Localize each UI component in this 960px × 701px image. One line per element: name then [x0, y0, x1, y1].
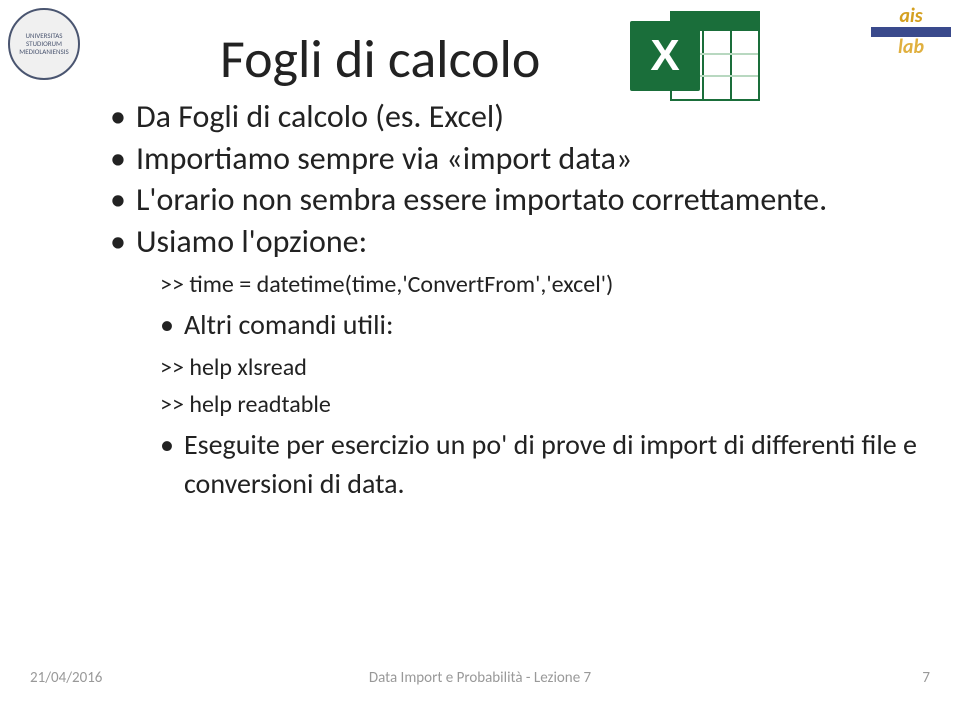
bullet-item: • Importiamo sempre via «import data»	[110, 138, 920, 180]
excel-icon: X	[630, 6, 760, 106]
code-line: >> help readtable	[160, 390, 920, 419]
excel-x-badge: X	[630, 21, 700, 91]
bullet-dot-icon: •	[110, 221, 126, 263]
aislab-logo: ais lab	[872, 8, 950, 64]
bullet-item: • L'orario non sembra essere importato c…	[110, 179, 920, 221]
footer-date: 21/04/2016	[30, 669, 102, 687]
bullet-item: • Da Fogli di calcolo (es. Excel)	[110, 96, 920, 138]
bullet-text: Altri comandi utili:	[184, 305, 394, 344]
slide-content: • Da Fogli di calcolo (es. Excel) • Impo…	[90, 96, 920, 503]
footer-page-number: 7	[922, 669, 930, 687]
bullet-item: • Eseguite per esercizio un po' di prove…	[160, 425, 920, 503]
bullet-text: Importiamo sempre via «import data»	[136, 138, 632, 180]
bullet-item: • Usiamo l'opzione:	[110, 221, 920, 263]
seal-text: UNIVERSITAS STUDIORUM MEDIOLANIENSIS	[10, 32, 78, 55]
university-seal: UNIVERSITAS STUDIORUM MEDIOLANIENSIS	[8, 8, 80, 80]
bullet-dot-icon: •	[160, 425, 174, 503]
bullet-dot-icon: •	[110, 138, 126, 180]
aislab-text-top: ais	[899, 8, 922, 25]
slide: UNIVERSITAS STUDIORUM MEDIOLANIENSIS ais…	[0, 0, 960, 701]
code-line: >> time = datetime(time,'ConvertFrom','e…	[160, 270, 920, 299]
bullet-item: • Altri comandi utili:	[160, 305, 920, 344]
code-line: >> help xlsread	[160, 353, 920, 382]
bullet-dot-icon: •	[160, 305, 174, 344]
aislab-text-bottom: lab	[898, 35, 924, 59]
footer-center: Data Import e Probabilità - Lezione 7	[369, 669, 591, 687]
slide-footer: 21/04/2016 Data Import e Probabilità - L…	[0, 669, 960, 687]
bullet-dot-icon: •	[110, 96, 126, 138]
bullet-text: Da Fogli di calcolo (es. Excel)	[136, 96, 504, 138]
slide-title: Fogli di calcolo	[220, 26, 920, 92]
bullet-text: L'orario non sembra essere importato cor…	[136, 179, 827, 221]
bullet-dot-icon: •	[110, 179, 126, 221]
bullet-text: Usiamo l'opzione:	[136, 221, 367, 263]
bullet-text: Eseguite per esercizio un po' di prove d…	[184, 425, 920, 503]
